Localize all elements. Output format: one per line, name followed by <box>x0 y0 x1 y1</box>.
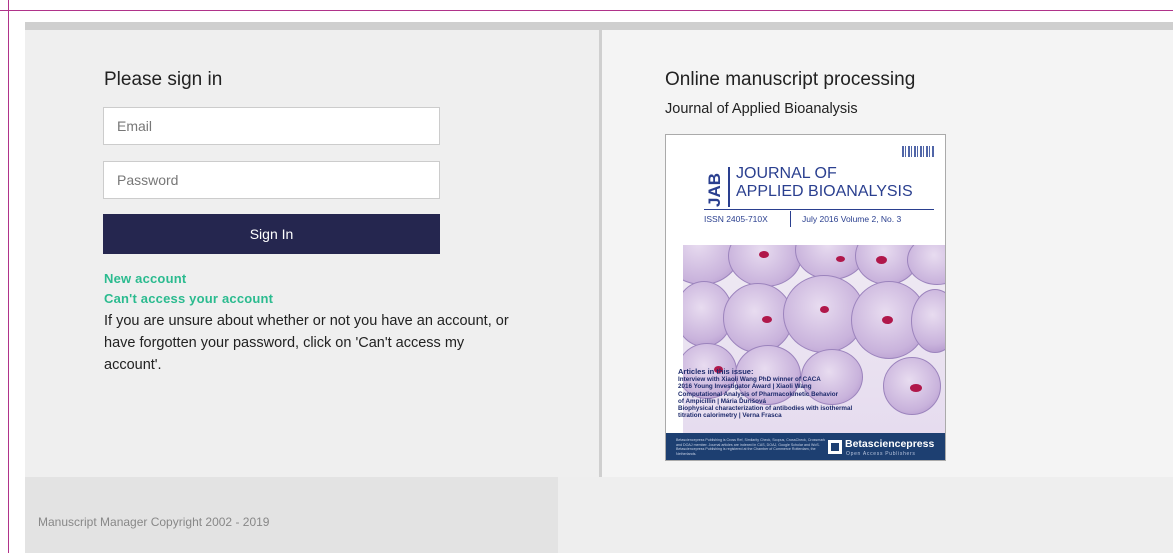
article-line: titration calorimetry | Verna Frasca <box>678 412 782 420</box>
cover-title-line1: JOURNAL OF <box>736 165 837 182</box>
publisher-logo-icon <box>828 440 842 454</box>
article-line: Computational Analysis of Pharmacokineti… <box>678 390 839 398</box>
article-line: 2016 Young Investigator Award | Xiaoli W… <box>678 383 812 391</box>
manuscript-processing-title: Online manuscript processing <box>665 69 916 90</box>
cell <box>728 245 802 287</box>
new-account-link[interactable]: New account <box>104 271 186 286</box>
cant-access-account-link[interactable]: Can't access your account <box>104 291 273 306</box>
publisher-tagline: Open Access Publishers <box>846 451 916 457</box>
publisher-name: Betasciencepress <box>845 438 935 450</box>
article-line: Interview with Xiaoli Wang PhD winner of… <box>678 376 821 383</box>
jab-logo: JAB <box>705 173 724 208</box>
password-field[interactable] <box>103 161 440 199</box>
journal-cover-image: JAB JOURNAL OF APPLIED BIOANALYSIS ISSN … <box>665 134 946 461</box>
frame-top-border <box>0 10 1173 11</box>
cover-issue-date: July 2016 Volume 2, No. 3 <box>802 214 902 224</box>
copyright-text: Manuscript Manager Copyright 2002 - 2019 <box>38 515 270 529</box>
email-field[interactable] <box>103 107 440 145</box>
signin-title: Please sign in <box>104 69 223 90</box>
logo-bar <box>728 167 730 207</box>
sign-in-button[interactable]: Sign In <box>103 214 440 254</box>
barcode-icon <box>902 146 934 157</box>
cover-articles: Articles in this issue: Interview with X… <box>678 367 938 420</box>
cover-title-line2: APPLIED BIOANALYSIS <box>736 183 913 200</box>
footer-right <box>558 477 1173 553</box>
article-line: Biophysical characterization of antibodi… <box>678 405 853 413</box>
cover-rule <box>704 209 934 210</box>
top-bar <box>25 22 1173 30</box>
journal-name: Journal of Applied Bioanalysis <box>665 101 858 117</box>
signin-help-text: If you are unsure about whether or not y… <box>104 313 509 373</box>
article-line: of Ampicillin | Mária Ďurišová <box>678 397 766 405</box>
cover-title: JOURNAL OF APPLIED BIOANALYSIS <box>736 165 936 201</box>
articles-header: Articles in this issue: <box>678 367 754 376</box>
cover-issn-separator <box>790 211 791 227</box>
cover-fineprint: Betasciencepress Publishing is Cross Ref… <box>676 438 826 456</box>
frame-left-border <box>8 0 9 553</box>
cell <box>907 245 945 285</box>
cover-footer: Betasciencepress Publishing is Cross Ref… <box>666 433 945 460</box>
cover-issn: ISSN 2405-710X <box>704 214 768 224</box>
